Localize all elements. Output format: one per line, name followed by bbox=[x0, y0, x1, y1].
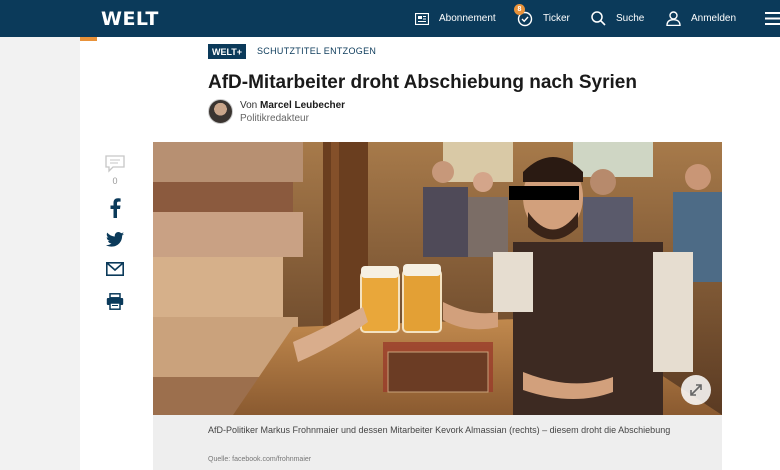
welt-plus-badge: WELT+ bbox=[208, 44, 246, 59]
facebook-icon bbox=[110, 198, 121, 218]
share-email-button[interactable] bbox=[104, 258, 126, 280]
byline-prefix: Von bbox=[240, 100, 258, 111]
print-button[interactable] bbox=[104, 290, 126, 312]
nav-subscription-label: Abonnement bbox=[439, 13, 496, 24]
image-source: Quelle: facebook.com/frohnmaier bbox=[208, 456, 312, 463]
nav-subscription[interactable]: Abonnement bbox=[415, 0, 496, 37]
nav-ticker[interactable]: 8 Ticker bbox=[514, 0, 570, 37]
hamburger-menu-icon bbox=[765, 12, 780, 25]
image-caption: AfD-Politiker Markus Frohnmaier und dess… bbox=[208, 425, 671, 435]
article-photo[interactable] bbox=[153, 142, 722, 415]
author-byline: Von Marcel Leubecher bbox=[240, 100, 345, 111]
nav-ticker-label: Ticker bbox=[543, 13, 570, 24]
nav-search-label: Suche bbox=[616, 13, 645, 24]
newspaper-icon bbox=[415, 12, 429, 25]
censor-bar bbox=[509, 186, 579, 200]
author-avatar[interactable] bbox=[208, 99, 233, 124]
ticker-icon: 8 bbox=[514, 3, 533, 27]
twitter-icon bbox=[106, 231, 124, 247]
user-icon bbox=[666, 11, 681, 26]
author-name[interactable]: Marcel Leubecher bbox=[260, 100, 345, 111]
accent-line bbox=[80, 37, 97, 41]
top-navigation-bar: WELT Abonnement 8 Ticker Suche Anmelden bbox=[0, 0, 780, 37]
article-kicker: SCHUTZTITEL ENTZOGEN bbox=[257, 46, 377, 56]
welt-logo[interactable]: WELT bbox=[101, 8, 159, 30]
article-headline: AfD-Mitarbeiter droht Abschiebung nach S… bbox=[208, 72, 637, 93]
nav-login[interactable]: Anmelden bbox=[666, 0, 736, 37]
share-twitter-button[interactable] bbox=[104, 228, 126, 250]
menu-button[interactable] bbox=[765, 12, 780, 25]
comment-count: 0 bbox=[112, 176, 118, 186]
beer-hall-photo bbox=[153, 142, 722, 415]
nav-search[interactable]: Suche bbox=[591, 0, 644, 37]
expand-icon bbox=[690, 384, 702, 396]
nav-login-label: Anmelden bbox=[691, 13, 737, 24]
comments-button[interactable] bbox=[104, 153, 126, 175]
print-icon bbox=[106, 292, 124, 310]
author-role: Politikredakteur bbox=[240, 113, 309, 124]
ticker-badge: 8 bbox=[514, 3, 525, 15]
expand-image-button[interactable] bbox=[681, 375, 711, 405]
search-icon bbox=[591, 11, 606, 26]
share-facebook-button[interactable] bbox=[104, 197, 126, 219]
email-icon bbox=[106, 262, 124, 276]
comment-icon bbox=[105, 155, 125, 173]
